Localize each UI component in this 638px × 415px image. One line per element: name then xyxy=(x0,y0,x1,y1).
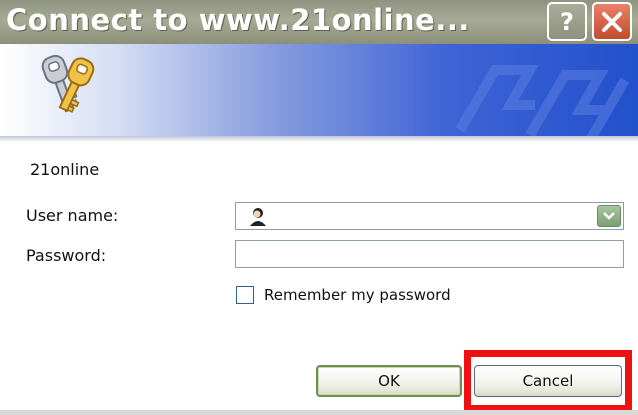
ok-button[interactable]: OK xyxy=(316,365,462,397)
password-field[interactable] xyxy=(235,240,624,268)
username-label: User name: xyxy=(26,206,119,225)
cancel-highlight-box xyxy=(464,350,632,412)
remember-password-checkbox[interactable] xyxy=(236,286,254,304)
password-label: Password: xyxy=(26,246,107,265)
close-button[interactable] xyxy=(592,2,632,41)
close-icon xyxy=(602,11,622,32)
dialog-bottom-edge xyxy=(0,410,638,415)
chevron-down-icon xyxy=(603,212,615,220)
help-button[interactable]: ? xyxy=(547,2,587,41)
decorative-keys-watermark-icon xyxy=(455,65,630,136)
window-title: Connect to www.21online... xyxy=(6,3,470,37)
realm-label: 21online xyxy=(30,160,100,179)
username-dropdown-button[interactable] xyxy=(597,205,621,227)
header-banner xyxy=(0,44,638,136)
username-combobox[interactable] xyxy=(235,202,624,230)
question-mark-icon: ? xyxy=(560,7,574,36)
title-bar[interactable]: Connect to www.21online... ? xyxy=(0,0,638,44)
remember-password-label[interactable]: Remember my password xyxy=(264,286,451,304)
keys-icon xyxy=(41,54,95,113)
login-dialog: Connect to www.21online... ? 21online Us… xyxy=(0,0,638,415)
user-avatar-icon xyxy=(250,208,266,226)
banner-divider xyxy=(0,136,638,142)
